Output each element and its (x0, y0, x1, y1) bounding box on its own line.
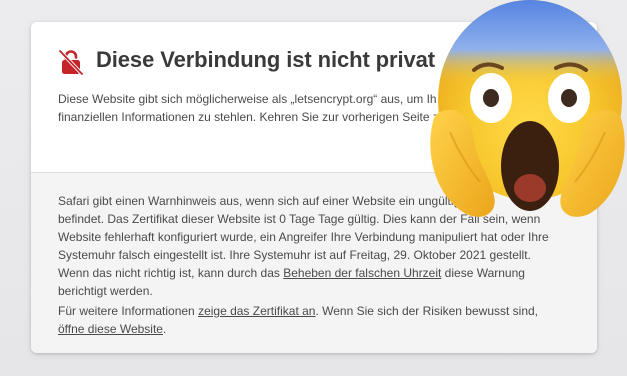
broken-lock-icon (58, 49, 84, 76)
more-info-line: öffne diese Website. (58, 320, 588, 338)
browser-viewport: Diese Verbindung ist nicht privat Diese … (0, 0, 627, 376)
page-title: Diese Verbindung ist nicht privat (96, 47, 435, 72)
more-info-segment: . Wenn Sie sich der Risiken bewusst sind… (315, 304, 539, 318)
details-line: berichtigt werden. (58, 284, 153, 298)
more-info-text: Für weitere Informationen zeige das Zert… (58, 302, 588, 338)
show-certificate-link[interactable]: zeige das Zertifikat an (198, 304, 315, 318)
more-info-segment: . (162, 322, 167, 336)
face-screaming-in-fear-emoji (430, 0, 625, 217)
details-line: Systemuhr falsch eingestellt ist. Ihre S… (58, 248, 531, 262)
details-line: Wenn das nicht richtig ist, kann durch d… (58, 264, 588, 282)
fix-clock-link[interactable]: Beheben der falschen Uhrzeit (283, 266, 441, 280)
details-text-segment: diese Warnung (441, 266, 525, 280)
details-text-segment: Wenn das nicht richtig ist, kann durch d… (58, 266, 284, 280)
details-line: Website fehlerhaft konfiguriert wurde, e… (58, 230, 549, 244)
visit-website-link[interactable]: öffne diese Website (58, 322, 163, 336)
more-info-line: Für weitere Informationen zeige das Zert… (58, 302, 588, 320)
more-info-segment: Für weitere Informationen (58, 304, 199, 318)
